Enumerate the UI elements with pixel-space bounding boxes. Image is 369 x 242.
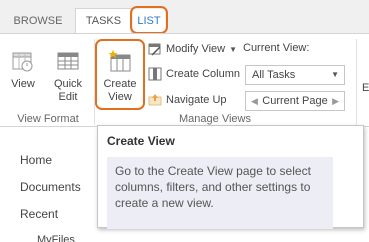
navigate-up-icon (148, 94, 162, 106)
ribbon-tab-strip: BROWSE TASKS LIST (0, 0, 369, 34)
navigate-up-button[interactable]: Navigate Up (148, 91, 227, 109)
quick-launch-myfiles[interactable]: MyFiles (37, 234, 75, 242)
quick-launch-home[interactable]: Home (20, 153, 52, 167)
tab-tasks[interactable]: TASKS (75, 8, 132, 33)
next-group-button-partial[interactable]: E (362, 82, 369, 94)
create-column-button[interactable]: Create Column (148, 65, 240, 83)
navigate-up-label: Navigate Up (166, 94, 227, 106)
view-button-label: View (11, 78, 35, 90)
quick-launch-recent[interactable]: Recent (20, 207, 58, 221)
create-column-label: Create Column (166, 68, 240, 80)
tooltip-body: Go to the Create View page to select col… (107, 157, 333, 229)
current-page-label: Current Page (262, 95, 328, 107)
create-view-highlight (95, 39, 145, 110)
group-divider (356, 39, 357, 125)
create-column-icon (148, 67, 162, 81)
view-format-group-label: View Format (17, 113, 79, 125)
quick-launch-documents[interactable]: Documents (20, 180, 81, 194)
modify-view-label: Modify View (166, 43, 226, 55)
list-tab-highlight (130, 6, 168, 34)
quick-edit-grid-icon (57, 52, 79, 70)
current-view-value: All Tasks (252, 69, 296, 81)
tab-browse[interactable]: BROWSE (8, 9, 68, 33)
datasheet-view-icon (12, 52, 33, 72)
quick-edit-button[interactable]: Quick Edit (46, 34, 90, 104)
view-button[interactable]: View (3, 34, 43, 91)
tooltip-description: Go to the Create View page to select col… (115, 164, 311, 210)
ribbon: View Quick Edit View Format Create View (0, 33, 369, 127)
current-view-label: Current View: (243, 42, 310, 54)
manage-views-group-label: Manage Views (179, 113, 251, 125)
quick-edit-label: Quick Edit (53, 78, 83, 103)
current-page-pager: ◀ Current Page ▶ (245, 91, 345, 111)
chevron-down-icon: ▼ (229, 44, 238, 54)
modify-view-icon (148, 43, 161, 56)
next-page-icon[interactable]: ▶ (332, 92, 339, 110)
create-view-tooltip: Create View Go to the Create View page t… (97, 125, 364, 229)
chevron-down-icon: ▼ (331, 70, 339, 79)
modify-view-button[interactable]: Modify View ▼ (148, 40, 237, 58)
current-view-dropdown[interactable]: All Tasks ▼ (245, 65, 345, 85)
tooltip-title: Create View (107, 134, 175, 148)
